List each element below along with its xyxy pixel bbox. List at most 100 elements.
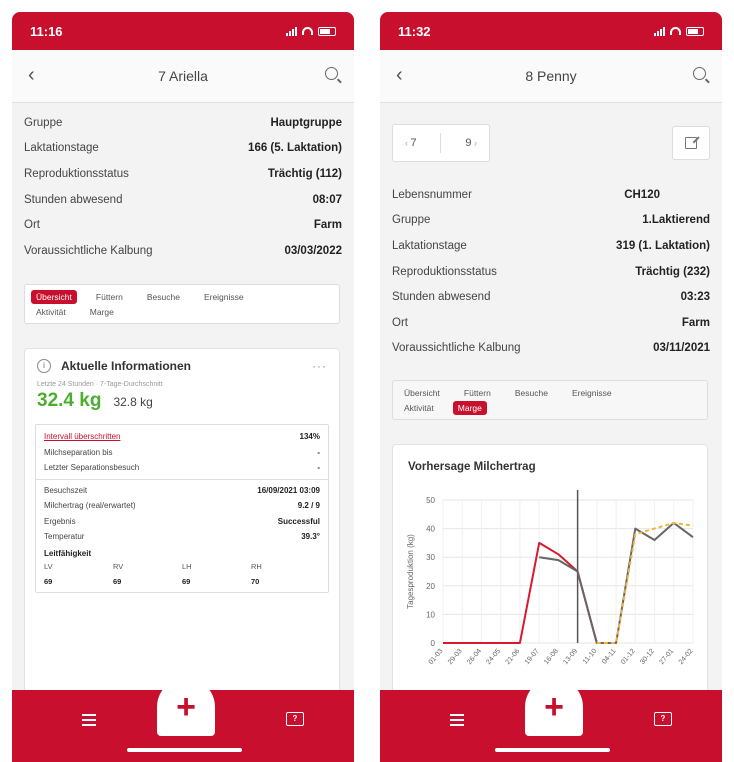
add-button[interactable]: + — [525, 678, 583, 736]
detail-row: Besuchszeit 16/09/2021 03:09 — [36, 483, 328, 499]
conductivity-grid: LV RV LH RH 69 69 69 70 — [36, 558, 328, 592]
tab-uebersicht[interactable]: Übersicht — [31, 289, 77, 304]
info-label: Ort — [24, 219, 40, 232]
detail-row: Milchertrag (real/erwartet) 9.2 / 9 — [36, 498, 328, 514]
quarter-value: 69 — [44, 576, 53, 586]
tab-besuche[interactable]: Besuche — [142, 290, 185, 304]
tab-marge[interactable]: Marge — [85, 305, 119, 319]
x-tick-label: 21-06 — [505, 648, 522, 666]
wifi-icon — [670, 27, 681, 35]
info-label: Reproduktionsstatus — [392, 265, 497, 278]
tab-uebersicht[interactable]: Übersicht — [399, 386, 445, 400]
info-label: Reproduktionsstatus — [24, 167, 129, 180]
search-icon[interactable] — [325, 67, 338, 80]
back-icon[interactable]: ‹ — [28, 64, 35, 86]
detail-row: Temperatur 39.3° — [36, 529, 328, 545]
current-info-card: i Aktuelle Informationen ··· Letzte 24 S… — [24, 348, 340, 695]
home-indicator — [495, 748, 610, 752]
x-tick-label: 01-12 — [620, 648, 637, 666]
detail-row: Letzter Separationsbesuch - — [36, 460, 328, 476]
info-row: Stunden abwesend 03:23 — [392, 284, 710, 310]
series-line-2 — [596, 521, 694, 644]
quarter-label: LV — [44, 561, 53, 571]
status-bar: 11:32 — [380, 12, 722, 50]
conductivity-title: Leitfähigkeit — [44, 548, 92, 558]
milk-yield-24h: 32.4 kg — [37, 390, 102, 411]
info-label: Laktationstage — [24, 142, 99, 155]
edit-button[interactable] — [672, 126, 710, 160]
detail-value: 39.3° — [301, 532, 320, 542]
info-label: Gruppe — [24, 116, 63, 129]
series-line-0 — [443, 541, 617, 644]
bottom-bar: + ? — [380, 678, 722, 762]
info-value: Hauptgruppe — [270, 116, 342, 129]
detail-label: Ergebnis — [44, 516, 76, 526]
info-row: Voraussichtliche Kalbung 03/03/2022 — [24, 238, 342, 264]
info-label: Voraussichtliche Kalbung — [24, 244, 153, 257]
info-value: Trächtig (112) — [267, 167, 342, 180]
tab-besuche[interactable]: Besuche — [510, 386, 553, 400]
tab-fuettern[interactable]: Füttern — [459, 386, 496, 400]
quarter-label: RH — [251, 561, 262, 571]
info-label: Laktationstage — [392, 239, 467, 252]
add-button[interactable]: + — [157, 678, 215, 736]
card-title: Aktuelle Informationen — [61, 359, 192, 373]
menu-icon[interactable] — [450, 714, 464, 729]
status-bar: 11:16 — [12, 12, 354, 50]
tab-fuettern[interactable]: Füttern — [91, 290, 128, 304]
tab-ereignisse[interactable]: Ereignisse — [199, 290, 249, 304]
x-tick-label: 26-04 — [466, 648, 483, 666]
search-icon[interactable] — [693, 67, 706, 80]
x-tick-label: 04-11 — [601, 648, 618, 666]
info-label: Stunden abwesend — [392, 291, 491, 304]
next-animal-button[interactable]: 9 › — [465, 137, 477, 149]
y-tick-label: 20 — [426, 582, 435, 591]
info-value: 08:07 — [312, 193, 342, 206]
prev-animal-button[interactable]: ‹ 7 — [405, 137, 417, 149]
tab-marge[interactable]: Marge — [452, 400, 487, 415]
feedback-icon[interactable]: ? — [654, 712, 672, 726]
info-row: Ort Farm — [392, 310, 710, 336]
info-label: Stunden abwesend — [24, 193, 123, 206]
info-value: 03/11/2021 — [653, 342, 710, 355]
feedback-icon[interactable]: ? — [286, 712, 304, 726]
info-value: Farm — [313, 219, 342, 232]
quarter-label: RV — [113, 561, 124, 571]
x-tick-label: 27-01 — [658, 648, 675, 666]
info-label: Ort — [392, 316, 408, 329]
more-icon[interactable]: ··· — [312, 359, 327, 373]
status-time: 11:32 — [398, 23, 431, 39]
divider — [36, 478, 328, 480]
info-label: Lebensnummer — [392, 188, 472, 201]
info-value: 03:23 — [680, 291, 710, 304]
tab-aktivitaet[interactable]: Aktivität — [399, 401, 439, 415]
back-icon[interactable]: ‹ — [396, 64, 403, 86]
info-value: Trächtig (232) — [635, 265, 710, 278]
info-label: Voraussichtliche Kalbung — [392, 342, 521, 355]
milk-yield-average: 32.8 kg — [113, 395, 153, 409]
wifi-icon — [302, 27, 313, 35]
status-icons — [286, 26, 336, 36]
milk-forecast-card: Vorhersage Milchertrag 0 10 20 30 40 50 01-03 2… — [392, 444, 708, 706]
quarter-value: 70 — [251, 576, 260, 586]
nav-title: 8 Penny — [525, 68, 577, 84]
card-subtitle: Letzte 24 Stunden · 7-Tage-Durchschnitt — [37, 381, 163, 388]
info-row: Gruppe 1.Laktierend — [392, 208, 710, 234]
divider — [440, 133, 442, 153]
detail-row: Ergebnis Successful — [36, 514, 328, 530]
x-tick-label: 13-09 — [562, 648, 579, 666]
tab-ereignisse[interactable]: Ereignisse — [567, 386, 617, 400]
interval-exceeded-link[interactable]: Intervall überschritten — [44, 432, 120, 441]
quarter-label: LH — [182, 561, 192, 571]
info-row: Ort Farm — [24, 212, 342, 238]
quarter-value: 69 — [113, 576, 122, 586]
tab-aktivitaet[interactable]: Aktivität — [31, 305, 71, 319]
info-value: 03/03/2022 — [284, 244, 342, 257]
menu-icon[interactable] — [82, 714, 96, 729]
y-tick-label: 10 — [426, 610, 435, 619]
info-row: Reproduktionsstatus Trächtig (112) — [24, 161, 342, 187]
quarter-value: 69 — [182, 576, 191, 586]
y-tick-label: 40 — [426, 525, 435, 534]
info-row: Reproduktionsstatus Trächtig (232) — [392, 259, 710, 285]
info-row: Laktationstage 319 (1. Laktation) — [392, 233, 710, 259]
